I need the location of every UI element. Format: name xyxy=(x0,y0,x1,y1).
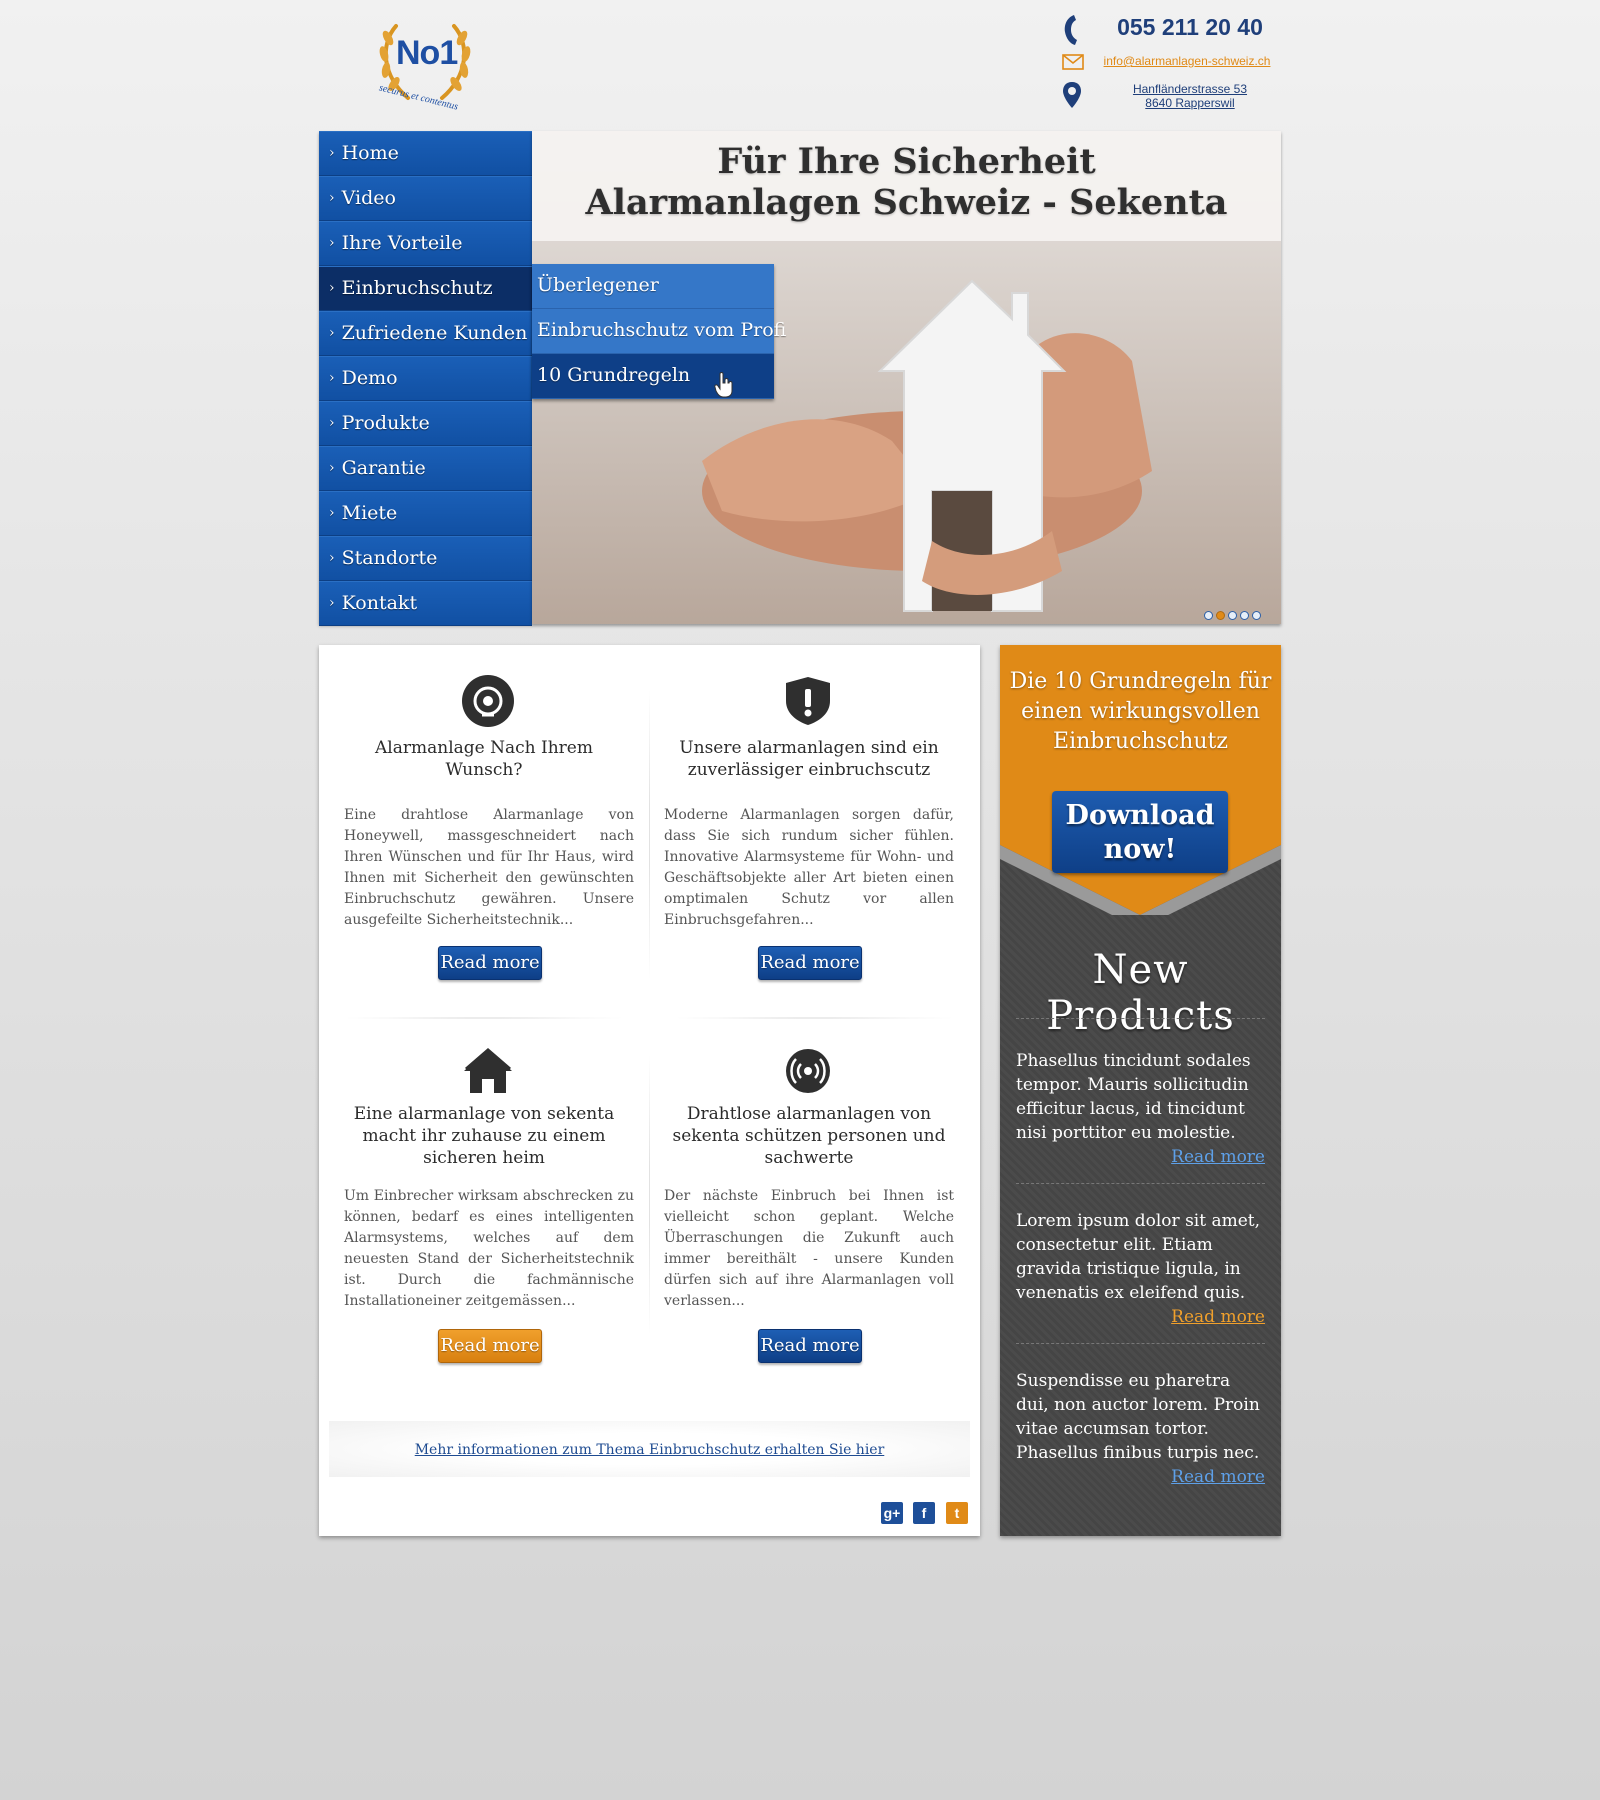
twitter-icon[interactable]: t xyxy=(946,1502,968,1524)
address-line-1: Hanfländerstrasse 53 xyxy=(1132,82,1248,96)
chevron-right-icon: › xyxy=(329,145,335,161)
nav-item-zufriedene-kunden[interactable]: › Zufriedene Kunden xyxy=(319,311,532,356)
more-info-link[interactable]: Mehr informationen zum Thema Einbruchsch… xyxy=(319,1442,980,1458)
main-nav: › Home › Video › Ihre Vorteile › Einbruchsch… xyxy=(319,131,532,626)
nav-item-label: Einbruchschutz xyxy=(341,277,493,299)
hero-title-line-2: Alarmanlagen Schweiz - Sekenta xyxy=(585,182,1228,223)
nav-item-garantie[interactable]: › Garantie xyxy=(319,446,532,491)
column-divider xyxy=(649,1055,650,1335)
nav-item-video[interactable]: › Video xyxy=(319,176,532,221)
nav-item-label: Zufriedene Kunden xyxy=(341,322,528,344)
card-text: Der nächste Einbruch bei Ihnen ist viell… xyxy=(664,1188,954,1309)
card-text: Eine drahtlose Alarmanlage von Honeywell… xyxy=(344,807,634,928)
facebook-icon[interactable]: f xyxy=(913,1502,935,1524)
nav-item-label: Video xyxy=(341,187,396,209)
slider-dot-5[interactable] xyxy=(1252,611,1261,620)
logo-text: No1 xyxy=(396,34,458,72)
google-plus-icon[interactable]: g+ xyxy=(881,1502,903,1524)
product-read-more-link[interactable]: Read more xyxy=(1016,1147,1265,1167)
nav-item-label: Standorte xyxy=(341,547,438,569)
map-pin-icon xyxy=(1063,82,1081,108)
product-text: Lorem ipsum dolor sit amet, consectetur … xyxy=(1016,1211,1261,1303)
submenu-item-einbruchschutz-vom-profi[interactable]: Einbruchschutz vom Profi xyxy=(532,309,786,354)
chevron-right-icon: › xyxy=(329,325,335,341)
wireless-signal-icon xyxy=(786,1049,830,1093)
row-divider xyxy=(339,1017,629,1019)
phone-number[interactable]: 055 211 20 40 xyxy=(1100,14,1280,41)
read-more-button[interactable]: Read more xyxy=(438,1329,542,1363)
card-title: Unsere alarmanlagen sind ein zuverlässig… xyxy=(679,738,939,780)
hero-title-line-1: Für Ihre Sicherheit xyxy=(717,141,1096,182)
column-divider xyxy=(649,690,650,980)
product-read-more-link[interactable]: Read more xyxy=(1016,1467,1265,1487)
submenu-item-ueberlegener[interactable]: Überlegener xyxy=(532,264,774,309)
read-more-button[interactable]: Read more xyxy=(758,946,862,980)
features-panel: Alarmanlage Nach Ihrem Wunsch? Eine drah… xyxy=(319,645,980,1536)
slider-dot-2[interactable] xyxy=(1216,611,1225,620)
product-text: Phasellus tincidunt sodales tempor. Maur… xyxy=(1016,1051,1251,1143)
chevron-right-icon: › xyxy=(329,415,335,431)
card-text: Um Einbrecher wirksam abschrecken zu kön… xyxy=(344,1188,634,1309)
nav-item-label: Home xyxy=(341,142,399,164)
slider-dot-3[interactable] xyxy=(1228,611,1237,620)
product-separator xyxy=(1016,1183,1265,1184)
submenu-item-10-grundregeln[interactable]: 10 Grundregeln xyxy=(532,354,774,399)
shield-warning-icon xyxy=(786,677,830,725)
sidebar: Die 10 Grundregeln für einen wirkungsvol… xyxy=(1000,645,1281,1536)
card-text: Moderne Alarmanlagen sorgen dafür, dass … xyxy=(664,807,954,928)
nav-item-demo[interactable]: › Demo xyxy=(319,356,532,401)
read-more-button[interactable]: Read more xyxy=(758,1329,862,1363)
nav-item-label: Garantie xyxy=(341,457,426,479)
email-link[interactable]: info@alarmanlagen-schweiz.ch xyxy=(1092,54,1282,68)
einbruchschutz-submenu: Überlegener Einbruchschutz vom Profi 10 … xyxy=(532,264,786,399)
slider-pagination xyxy=(1204,605,1264,624)
nav-item-produkte[interactable]: › Produkte xyxy=(319,401,532,446)
read-more-button[interactable]: Read more xyxy=(438,946,542,980)
nav-item-label: Kontakt xyxy=(341,592,418,614)
card-title: Alarmanlage Nach Ihrem Wunsch? xyxy=(375,738,593,780)
chevron-right-icon: › xyxy=(329,550,335,566)
nav-item-label: Miete xyxy=(341,502,398,524)
product-read-more-link[interactable]: Read more xyxy=(1016,1307,1265,1327)
nav-item-label: Produkte xyxy=(341,412,430,434)
address-link[interactable]: Hanfländerstrasse 53 8640 Rapperswil xyxy=(1110,82,1270,110)
nav-item-ihre-vorteile[interactable]: › Ihre Vorteile xyxy=(319,221,532,266)
slider-dot-4[interactable] xyxy=(1240,611,1249,620)
chevron-right-icon: › xyxy=(329,280,335,296)
chevron-right-icon: › xyxy=(329,595,335,611)
chevron-right-icon: › xyxy=(329,370,335,386)
product-separator xyxy=(1016,1343,1265,1344)
product-text: Suspendisse eu pharetra dui, non auctor … xyxy=(1016,1371,1260,1463)
house-icon xyxy=(464,1048,512,1093)
slider-dot-1[interactable] xyxy=(1204,611,1213,620)
envelope-icon xyxy=(1062,54,1084,70)
nav-item-miete[interactable]: › Miete xyxy=(319,491,532,536)
chevron-right-icon: › xyxy=(329,460,335,476)
chevron-right-icon: › xyxy=(329,235,335,251)
product-separator xyxy=(1016,1018,1265,1019)
promo-title: Die 10 Grundregeln für einen wirkungsvol… xyxy=(1009,669,1272,754)
chevron-right-icon: › xyxy=(329,505,335,521)
new-products-title: New Products xyxy=(1046,947,1235,1039)
nav-item-kontakt[interactable]: › Kontakt xyxy=(319,581,532,626)
nav-item-home[interactable]: › Home xyxy=(319,131,532,176)
chevron-right-icon: › xyxy=(329,190,335,206)
card-title: Eine alarmanlage von sekenta macht ihr z… xyxy=(353,1104,615,1168)
nav-item-einbruchschutz[interactable]: › Einbruchschutz xyxy=(319,266,532,311)
nav-item-standorte[interactable]: › Standorte xyxy=(319,536,532,581)
nav-item-label: Demo xyxy=(341,367,398,389)
phone-icon xyxy=(1064,15,1077,45)
address-line-2: 8640 Rapperswil xyxy=(1145,96,1235,110)
download-button[interactable]: Download now! xyxy=(1052,791,1228,873)
row-divider xyxy=(669,1017,959,1019)
card-title: Drahtlose alarmanlagen von sekenta schüt… xyxy=(672,1104,946,1168)
hand-pointer-cursor-icon xyxy=(714,372,733,398)
alarm-siren-icon xyxy=(462,675,514,727)
nav-item-label: Ihre Vorteile xyxy=(341,232,463,254)
hero-title: Für Ihre Sicherheit Alarmanlagen Schweiz… xyxy=(532,141,1281,223)
